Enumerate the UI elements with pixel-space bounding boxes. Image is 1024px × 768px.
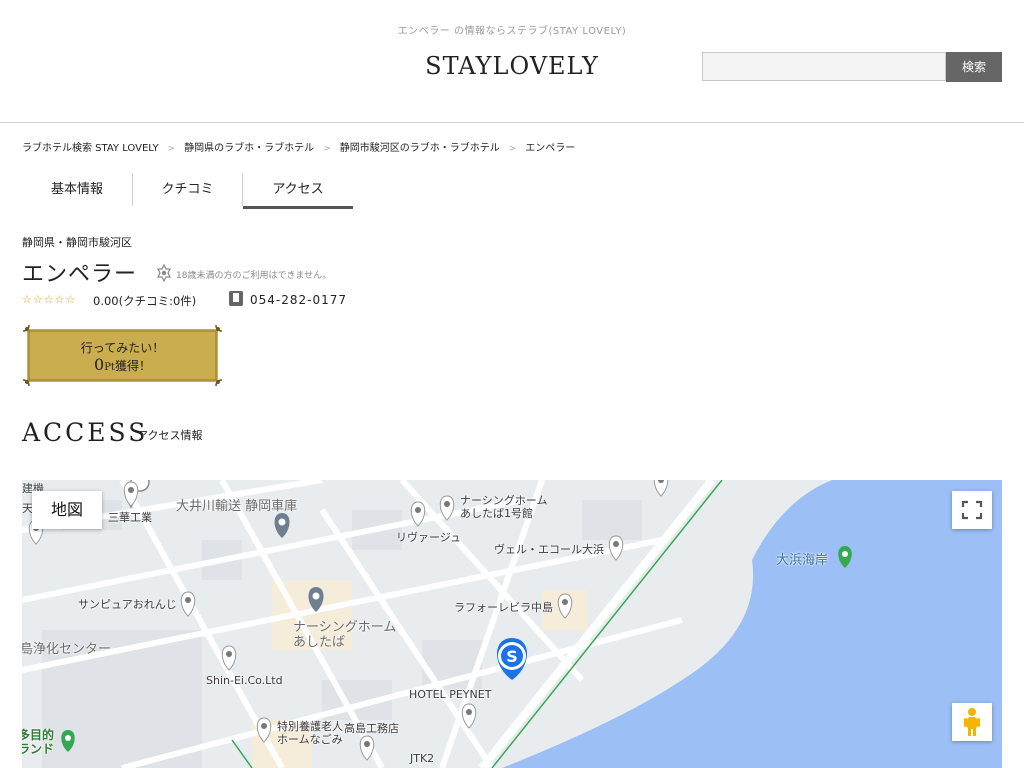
pegman-icon [964,708,980,736]
map-type-button[interactable]: 地図 [32,491,102,529]
breadcrumb-item-current: エンペラー [525,143,576,154]
breadcrumb: ラブホテル検索 STAY LOVELY > 静岡県のラブホ・ラブホテル > 静岡市駿河区… [22,139,575,154]
hotel-name: エンペラー [22,262,138,287]
phone-icon [229,291,243,306]
breadcrumb-separator: > [167,144,176,154]
map-label: 大井川輸送 静岡車庫 [176,499,298,514]
rating-summary[interactable]: 0.00(クチコミ:0件) [93,293,196,309]
age-restriction-note: 18歳未満の方のご利用はできません。 [176,271,332,281]
tab-basic-info[interactable]: 基本情報 [22,173,132,206]
map-canvas[interactable]: S [22,480,1002,768]
points-suffix: 獲得！ [114,359,151,373]
map-label: JTK2 [410,752,435,765]
points-value: 0 [94,355,105,374]
hotel-phone[interactable]: 054-282-0177 [250,293,347,307]
fullscreen-button[interactable] [952,491,992,529]
site-tagline: エンペラー の情報ならステラブ(STAY LOVELY) [397,26,627,37]
site-header: エンペラー の情報ならステラブ(STAY LOVELY) STAYLOVELY … [0,0,1024,123]
search-input[interactable] [702,52,946,81]
street-view-button[interactable] [952,703,992,741]
map-label: HOTEL PEYNET [409,688,492,701]
tab-active-indicator [243,206,353,209]
map-label: ランド [22,742,55,756]
search-button[interactable]: 検索 [946,52,1002,82]
map-label: あしたば [293,635,346,650]
map-label: ラフォーレビラ中島 [454,601,553,614]
map-label: ホームなごみ [277,733,343,746]
fullscreen-icon [961,500,983,520]
access-heading: ACCESS [22,418,149,447]
breadcrumb-item-prefecture[interactable]: 静岡県のラブホ・ラブホテル [184,139,314,154]
svg-text:S: S [506,647,518,666]
breadcrumb-separator: > [508,144,517,154]
want-to-go-label: 行ってみたい！ [80,341,165,355]
map-label: 高島工務店 [344,722,399,735]
hotel-area: 静岡県・静岡市駿河区 [22,236,132,249]
breadcrumb-separator: > [323,144,331,154]
map-label: 大浜海岸 [776,553,829,568]
points-unit: Pt [104,362,115,373]
map-label: サンピュアおれんじ [78,598,177,611]
map-label: 島浄化センター [22,642,112,657]
tab-reviews[interactable]: クチコミ [133,173,242,206]
map-label: Shin-Ei.Co.Ltd [206,674,283,687]
map-label: 三華工業 [108,511,152,524]
tab-access[interactable]: アクセス [243,173,353,206]
access-map[interactable]: S 建機 天明 三華工業 大井川輸送 静岡車庫 ナーシングホーム あしたば1号館… [22,480,1002,768]
map-label: あしたば1号館 [460,507,533,520]
points-label: 0Pt獲得！ [0,355,245,374]
map-label: ヴェル・エコール大浜 [494,543,604,556]
rating-stars: ☆☆☆☆☆ [22,293,77,306]
logo-text: STAYLOVELY [425,52,599,80]
access-subheading: アクセス情報 [137,429,203,442]
breadcrumb-item-home[interactable]: ラブホテル検索 STAY LOVELY [22,139,159,154]
breadcrumb-item-city[interactable]: 静岡市駿河区のラブホ・ラブホテル [340,139,500,154]
map-label: リヴァージュ [396,531,462,544]
adult-only-icon [157,264,171,282]
